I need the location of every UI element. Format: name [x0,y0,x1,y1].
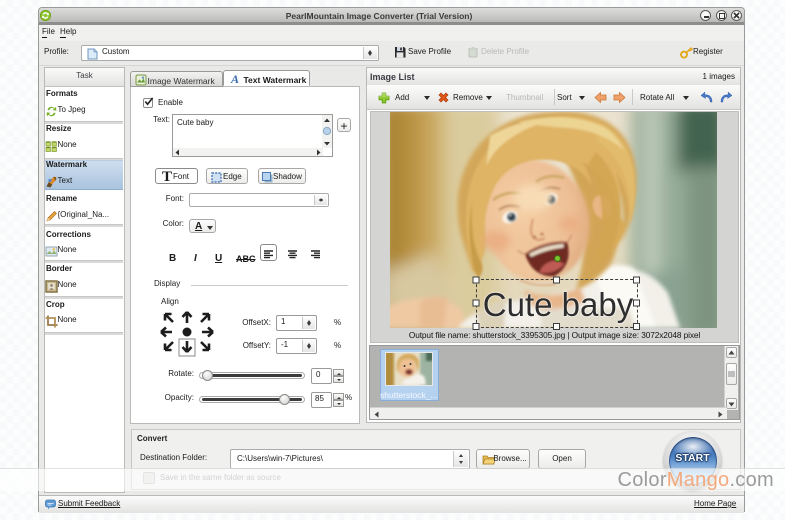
svg-text:A: A [230,73,239,85]
